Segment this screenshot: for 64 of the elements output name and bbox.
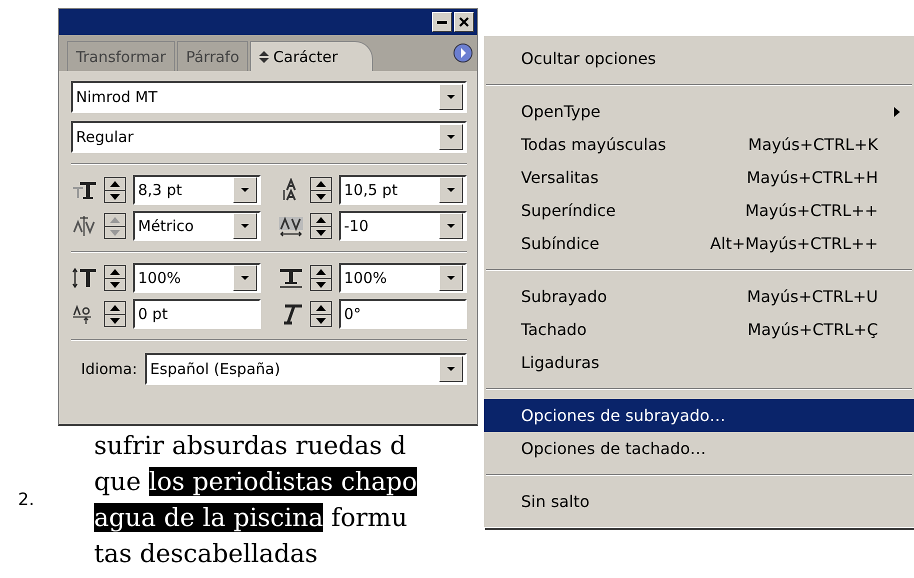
spinner[interactable] [104, 265, 126, 291]
menu-item[interactable]: Ligaduras [484, 346, 914, 379]
menu-item[interactable]: Opciones de subrayado… [484, 399, 914, 432]
caret-icon [447, 134, 455, 140]
caret-icon [241, 224, 249, 228]
hscale-icon [277, 266, 305, 290]
dropdown-button[interactable] [439, 265, 463, 291]
value-dropdown[interactable]: -10 [339, 211, 467, 241]
menu-item[interactable]: Todas mayúsculas Mayús+CTRL+K [484, 128, 914, 161]
dropdown-button[interactable] [439, 356, 463, 382]
dropdown-button[interactable] [233, 177, 257, 203]
menu-item[interactable]: Superíndice Mayús+CTRL++ [484, 194, 914, 227]
spinner[interactable] [104, 177, 126, 203]
panel-tab[interactable]: Carácter [250, 41, 373, 71]
value-field[interactable]: 0 pt [133, 299, 261, 329]
value-dropdown[interactable]: 8,3 pt [133, 175, 261, 205]
text-line: agua de la piscina formu [94, 502, 408, 534]
list-number: 2. [17, 490, 36, 510]
spinner[interactable] [310, 265, 332, 291]
dropdown-button[interactable] [439, 213, 463, 239]
minimize-icon [437, 20, 447, 24]
dropdown-button[interactable] [439, 84, 463, 110]
panel-tab[interactable]: Transformar [67, 41, 175, 71]
caret-icon [447, 188, 455, 192]
spinner[interactable] [310, 177, 332, 203]
menu-item[interactable]: Opciones de tachado… [484, 432, 914, 465]
tracking-icon [277, 214, 305, 238]
panel-tab[interactable]: Párrafo [176, 41, 248, 71]
menu-item[interactable]: Ocultar opciones [484, 42, 914, 75]
dropdown-button[interactable] [439, 124, 463, 150]
language-dropdown[interactable]: Español (España) [145, 353, 467, 385]
spinner[interactable] [310, 213, 332, 239]
text-line: sufrir absurdas ruedas d [94, 430, 406, 462]
flyout-menu-icon[interactable] [453, 43, 473, 63]
close-button[interactable] [454, 12, 474, 32]
caret-icon [447, 276, 455, 280]
font-family-dropdown[interactable]: Nimrod MT [71, 81, 467, 113]
font-style-dropdown[interactable]: Regular [71, 121, 467, 153]
menu-item[interactable]: Subrayado Mayús+CTRL+U [484, 280, 914, 313]
vscale-icon [71, 266, 99, 290]
caret-icon [447, 94, 455, 100]
value-dropdown[interactable]: 100% [339, 263, 467, 293]
spinner[interactable] [310, 301, 332, 327]
value-dropdown[interactable]: 10,5 pt [339, 175, 467, 205]
caret-icon [241, 188, 249, 192]
text-line: tas descabelladas [94, 538, 318, 570]
caret-icon [241, 276, 249, 280]
menu-item[interactable]: Tachado Mayús+CTRL+Ç [484, 313, 914, 346]
value-field[interactable]: 0° [339, 299, 467, 329]
minimize-button[interactable] [432, 12, 452, 32]
language-label: Idioma: [81, 360, 138, 378]
caret-icon [447, 224, 455, 228]
updown-icon [259, 50, 270, 62]
menu-item[interactable]: Versalitas Mayús+CTRL+H [484, 161, 914, 194]
dropdown-button[interactable] [439, 177, 463, 203]
spinner[interactable] [104, 301, 126, 327]
menu-item[interactable]: Subíndice Alt+Mayús+CTRL++ [484, 227, 914, 260]
dropdown-button[interactable] [233, 265, 257, 291]
value-dropdown[interactable]: 100% [133, 263, 261, 293]
close-icon [459, 17, 469, 27]
caret-icon [447, 366, 455, 372]
text-line: que los periodistas chapo [94, 466, 418, 498]
menu-item[interactable]: Sin salto [484, 485, 914, 518]
menu-item[interactable]: OpenType [484, 95, 914, 128]
